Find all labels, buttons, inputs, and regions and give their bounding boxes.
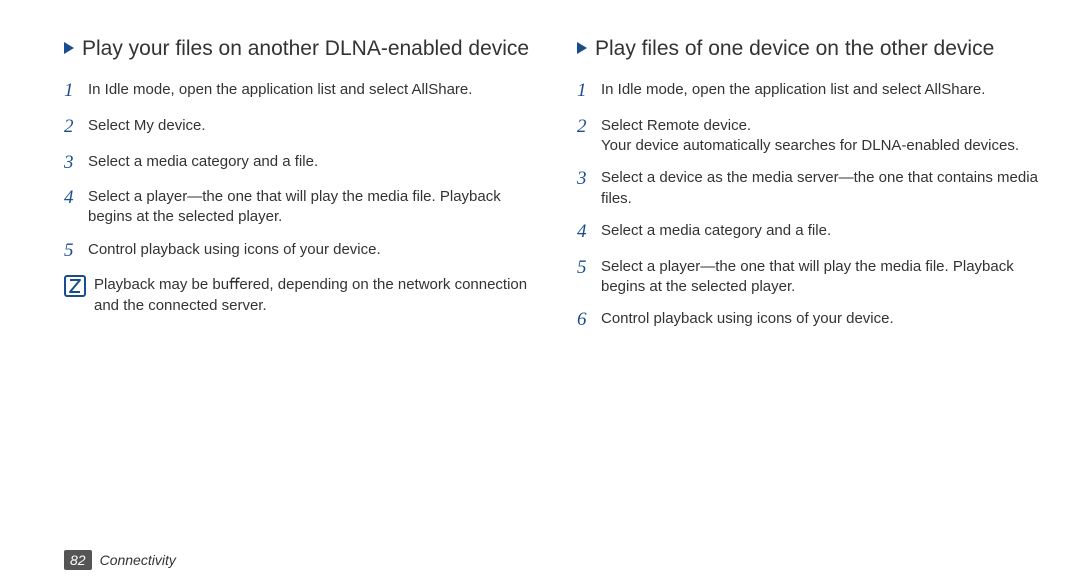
right-heading-text: Play ﬁles of one device on the other dev…	[595, 37, 994, 60]
step-item: 5 Control playback using icons of your d…	[64, 238, 533, 264]
step-text: Control playback using icons of your dev…	[601, 307, 894, 329]
step-number: 2	[577, 114, 601, 140]
step-item: 4 Select a media category and a ﬁle.	[577, 219, 1046, 245]
step-text: Select a media category and a ﬁle.	[88, 150, 318, 172]
step-item: 6 Control playback using icons of your d…	[577, 307, 1046, 333]
step-number: 1	[577, 78, 601, 104]
step-number: 5	[577, 255, 601, 281]
step-number: 3	[577, 166, 601, 192]
step-text: In Idle mode, open the application list …	[601, 78, 985, 100]
step-text: Select a player—the one that will play t…	[601, 255, 1046, 298]
step-item: 1 In Idle mode, open the application lis…	[64, 78, 533, 104]
note-text: Playback may be buﬀered, depending on th…	[94, 273, 533, 316]
step-item: 1 In Idle mode, open the application lis…	[577, 78, 1046, 104]
arrow-icon	[577, 42, 587, 54]
arrow-icon	[64, 42, 74, 54]
step-number: 1	[64, 78, 88, 104]
left-heading: Play your ﬁles on another DLNA-enabled d…	[64, 36, 533, 62]
step-number: 5	[64, 238, 88, 264]
step-text: Select My device.	[88, 114, 206, 136]
note-block: Playback may be buﬀered, depending on th…	[64, 273, 533, 316]
step-number: 6	[577, 307, 601, 333]
page-content: Play your ﬁles on another DLNA-enabled d…	[0, 0, 1080, 343]
left-column: Play your ﬁles on another DLNA-enabled d…	[64, 36, 533, 343]
section-name: Connectivity	[100, 552, 176, 568]
left-heading-text: Play your ﬁles on another DLNA-enabled d…	[82, 37, 529, 60]
step-text: Select a player—the one that will play t…	[88, 185, 533, 228]
right-heading: Play ﬁles of one device on the other dev…	[577, 36, 1046, 62]
step-text: In Idle mode, open the application list …	[88, 78, 472, 100]
step-text: Control playback using icons of your dev…	[88, 238, 381, 260]
step-number: 4	[577, 219, 601, 245]
step-item: 4 Select a player—the one that will play…	[64, 185, 533, 228]
step-item: 2 Select My device.	[64, 114, 533, 140]
page-footer: 82 Connectivity	[64, 550, 176, 570]
step-item: 3 Select a device as the media server—th…	[577, 166, 1046, 209]
step-item: 3 Select a media category and a ﬁle.	[64, 150, 533, 176]
right-column: Play ﬁles of one device on the other dev…	[577, 36, 1046, 343]
step-text: Select Remote device. Your device automa…	[601, 114, 1019, 157]
page-number: 82	[64, 550, 92, 570]
step-number: 2	[64, 114, 88, 140]
step-number: 4	[64, 185, 88, 211]
step-text: Select a media category and a ﬁle.	[601, 219, 831, 241]
step-item: 5 Select a player—the one that will play…	[577, 255, 1046, 298]
step-number: 3	[64, 150, 88, 176]
step-item: 2 Select Remote device. Your device auto…	[577, 114, 1046, 157]
step-text: Select a device as the media server—the …	[601, 166, 1046, 209]
note-icon	[64, 275, 86, 297]
